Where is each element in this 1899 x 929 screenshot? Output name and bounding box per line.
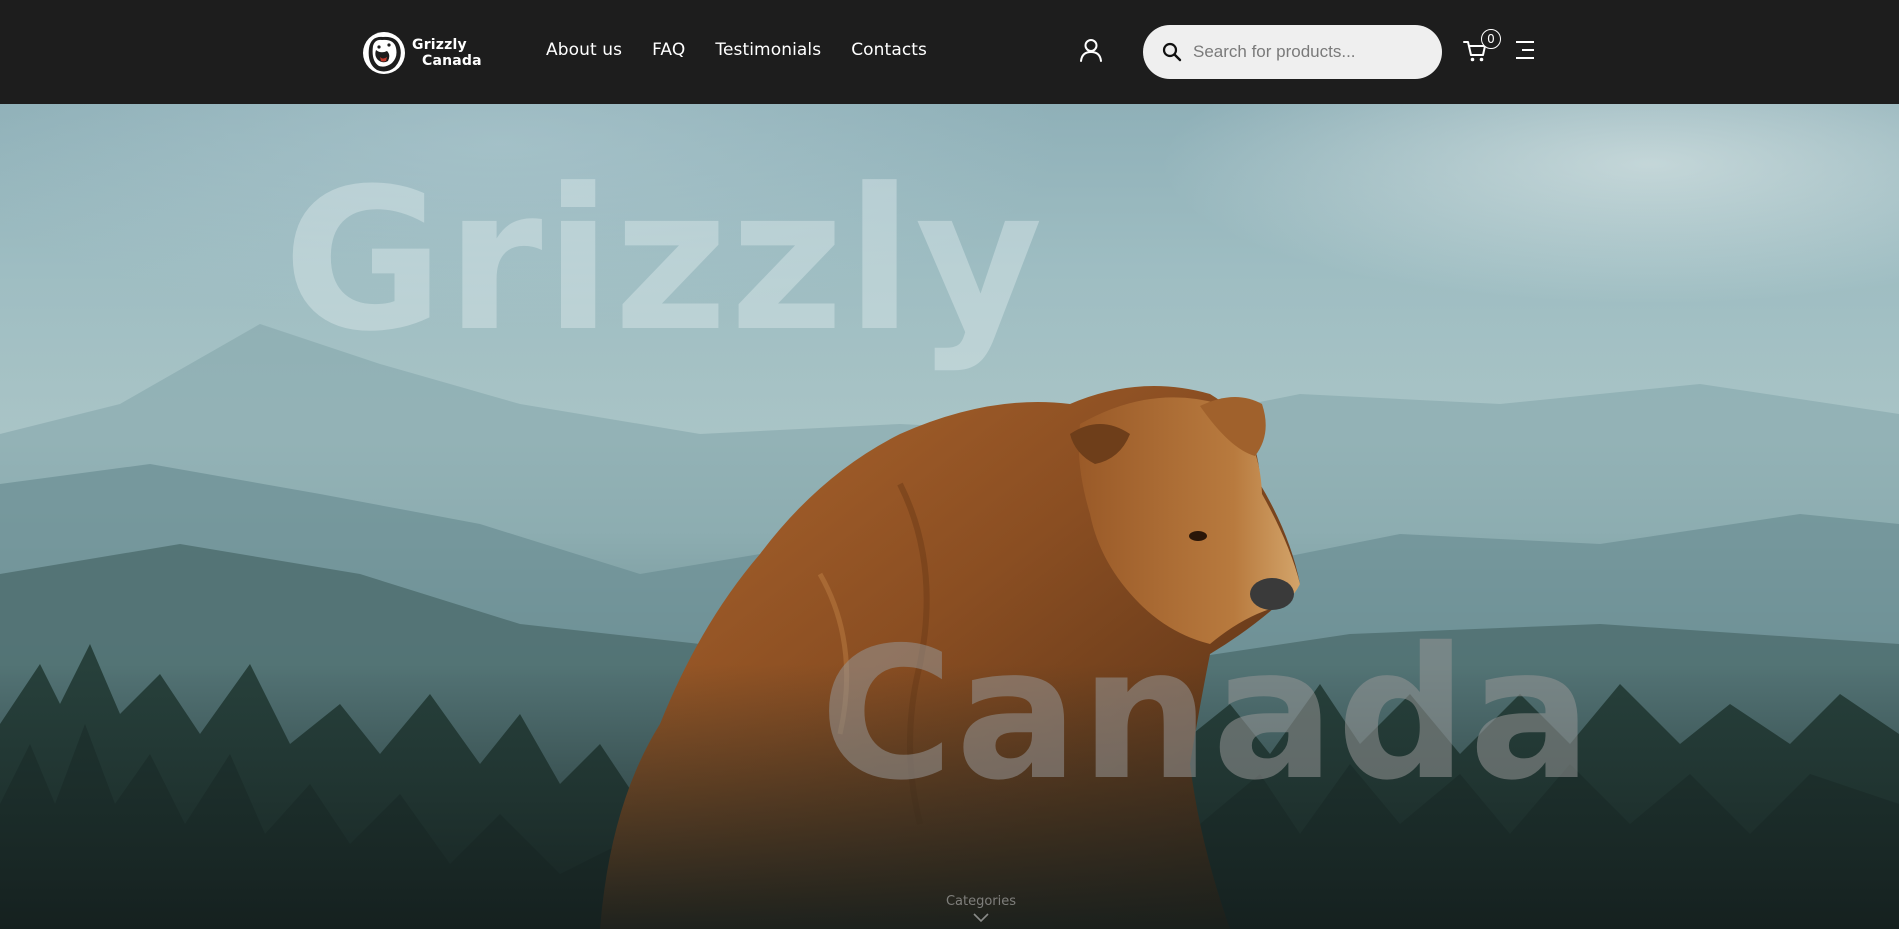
search-icon[interactable] xyxy=(1162,42,1182,62)
logo-line2: Canada xyxy=(422,53,482,69)
logo-link[interactable]: Grizzly Canada xyxy=(361,29,491,77)
nav-faq[interactable]: FAQ xyxy=(652,40,685,60)
account-button[interactable] xyxy=(1078,37,1104,63)
nav-contacts[interactable]: Contacts xyxy=(851,40,927,60)
bear-head-logo-icon xyxy=(363,32,405,74)
categories-scroll-link[interactable]: Categories xyxy=(920,894,1042,923)
search-bar xyxy=(1143,25,1442,79)
logo-line1: Grizzly xyxy=(412,37,467,53)
chevron-down-icon xyxy=(973,913,989,923)
hero-title-canada: Canada xyxy=(820,608,1594,820)
hero-section: Grizzly Canada Categories xyxy=(0,104,1899,929)
nav-testimonials[interactable]: Testimonials xyxy=(715,40,821,60)
user-icon xyxy=(1080,39,1102,62)
site-header: Grizzly Canada About us FAQ Testimonials… xyxy=(0,0,1899,104)
hamburger-menu-icon[interactable] xyxy=(1516,41,1534,63)
nav-about-us[interactable]: About us xyxy=(546,40,622,60)
search-input[interactable] xyxy=(1193,42,1423,62)
logo-text: Grizzly Canada xyxy=(412,37,482,69)
hero-title-grizzly: Grizzly xyxy=(283,147,1045,375)
cart-count-badge: 0 xyxy=(1481,29,1501,49)
main-nav: About us FAQ Testimonials Contacts xyxy=(546,40,927,60)
categories-label: Categories xyxy=(945,894,1017,909)
